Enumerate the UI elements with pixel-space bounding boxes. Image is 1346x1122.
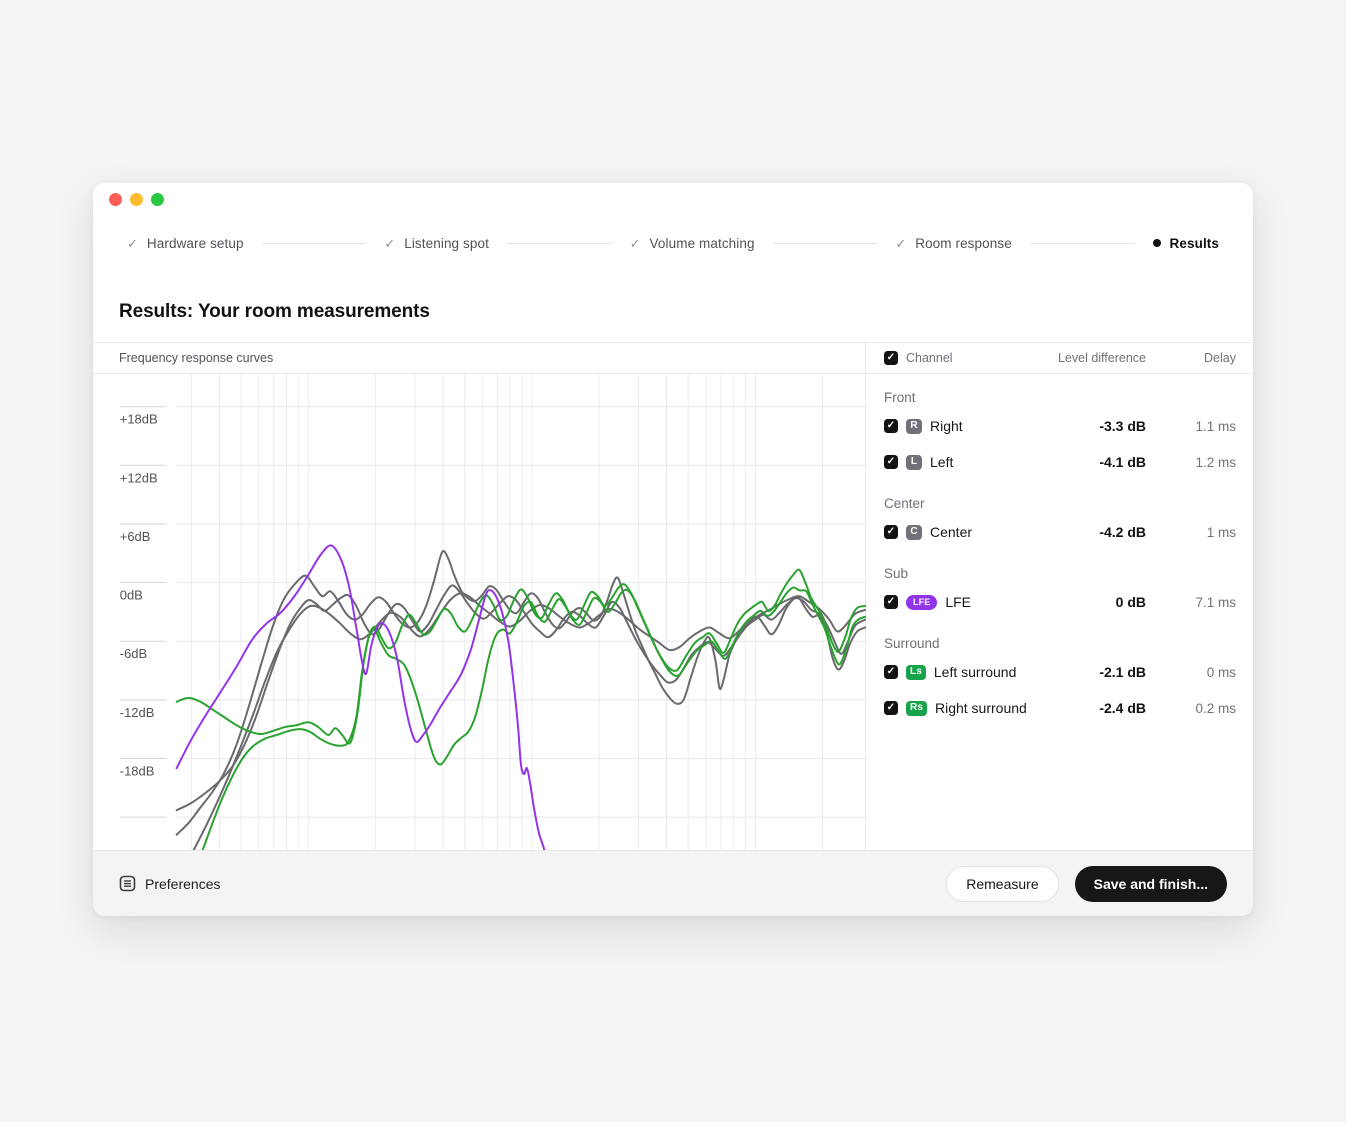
db-axis-label: 0dB xyxy=(120,588,143,603)
channel-checkbox[interactable]: ✓ xyxy=(884,419,898,433)
select-all-checkbox[interactable]: ✓ xyxy=(884,351,898,365)
channel-level-difference: -2.1 dB xyxy=(1046,664,1146,680)
channel-name: Left xyxy=(930,454,1038,470)
db-axis-label: +6dB xyxy=(120,529,151,544)
channel-level-difference: 0 dB xyxy=(1046,594,1146,610)
channel-row-right-surround: ✓ Rs Right surround -2.4 dB 0.2 ms xyxy=(884,690,1236,726)
close-window-button[interactable] xyxy=(109,193,122,206)
traffic-lights xyxy=(109,193,164,206)
channel-group-label: Center xyxy=(884,496,1236,514)
channel-delay: 1.2 ms xyxy=(1154,455,1236,470)
chart-panel-header: Frequency response curves xyxy=(93,343,865,374)
channel-name: Right xyxy=(930,418,1038,434)
wizard-stepper: ✓ Hardware setup ✓ Listening spot ✓ Volume ma… xyxy=(93,234,1253,252)
chart-panel-title: Frequency response curves xyxy=(119,351,273,365)
preferences-button[interactable]: Preferences xyxy=(119,875,220,892)
channel-row-left-surround: ✓ Ls Left surround -2.1 dB 0 ms xyxy=(884,654,1236,690)
channel-group-label: Sub xyxy=(884,566,1236,584)
channel-row-left: ✓ L Left -4.1 dB 1.2 ms xyxy=(884,444,1236,480)
channel-checkbox[interactable]: ✓ xyxy=(884,701,898,715)
current-step-dot-icon xyxy=(1153,239,1161,247)
curve-left-surround xyxy=(177,570,866,744)
channel-row-lfe: ✓ LFE LFE 0 dB 7.1 ms xyxy=(884,584,1236,620)
channel-delay: 1 ms xyxy=(1154,525,1236,540)
curve-left xyxy=(194,593,866,850)
stepper-item-room-response[interactable]: ✓ Room response xyxy=(895,236,1012,251)
zoom-window-button[interactable] xyxy=(151,193,164,206)
channel-badge-l: L xyxy=(906,455,922,470)
preferences-label: Preferences xyxy=(145,876,220,892)
stepper-connector xyxy=(507,243,612,244)
curve-right xyxy=(177,551,866,835)
channel-delay: 7.1 ms xyxy=(1154,595,1236,610)
stepper-item-results[interactable]: Results xyxy=(1153,236,1219,251)
check-icon: ✓ xyxy=(127,237,138,250)
db-axis-label: +18dB xyxy=(120,412,158,427)
channel-badge-rs: Rs xyxy=(906,701,927,716)
channel-table-panel: ✓ Channel Level difference Delay Front ✓… xyxy=(866,343,1253,850)
channel-table-header: ✓ Channel Level difference Delay xyxy=(866,343,1253,374)
channel-level-difference: -3.3 dB xyxy=(1046,418,1146,434)
check-icon: ✓ xyxy=(384,237,395,250)
channel-checkbox[interactable]: ✓ xyxy=(884,665,898,679)
app-window: ✓ Hardware setup ✓ Listening spot ✓ Volume ma… xyxy=(93,183,1253,916)
window-titlebar xyxy=(93,183,1253,217)
channel-checkbox[interactable]: ✓ xyxy=(884,595,898,609)
channel-delay: 0 ms xyxy=(1154,665,1236,680)
db-axis-label: -18dB xyxy=(120,763,155,778)
channel-badge-lfe: LFE xyxy=(906,595,937,610)
db-axis-label: +12dB xyxy=(120,470,158,485)
frequency-response-panel: Frequency response curves +18dB +12dB +6dB… xyxy=(93,343,866,850)
stepper-item-label: Volume matching xyxy=(650,236,755,251)
channel-group-label: Front xyxy=(884,390,1236,408)
channel-group-label: Surround xyxy=(884,636,1236,654)
stepper-item-label: Results xyxy=(1170,236,1219,251)
channel-name: Left surround xyxy=(934,664,1038,680)
channel-level-difference: -4.2 dB xyxy=(1046,524,1146,540)
stepper-connector xyxy=(773,243,878,244)
channel-row-right: ✓ R Right -3.3 dB 1.1 ms xyxy=(884,408,1236,444)
column-header-level-difference: Level difference xyxy=(1046,351,1146,365)
channel-row-center: ✓ C Center -4.2 dB 1 ms xyxy=(884,514,1236,550)
stepper-item-label: Hardware setup xyxy=(147,236,244,251)
stepper-connector xyxy=(262,243,367,244)
db-axis-label: -6dB xyxy=(120,646,147,661)
chart-body: +18dB +12dB +6dB 0dB -6dB -12dB -18dB xyxy=(93,374,866,850)
main-content: Frequency response curves +18dB +12dB +6dB… xyxy=(93,342,1253,850)
remeasure-button[interactable]: Remeasure xyxy=(946,866,1058,902)
preferences-list-icon xyxy=(119,875,136,892)
channel-checkbox[interactable]: ✓ xyxy=(884,455,898,469)
channel-name: Right surround xyxy=(935,700,1038,716)
channel-delay: 1.1 ms xyxy=(1154,419,1236,434)
save-and-finish-button[interactable]: Save and finish... xyxy=(1075,866,1227,902)
stepper-item-label: Room response xyxy=(915,236,1012,251)
footer-bar: Preferences Remeasure Save and finish... xyxy=(93,850,1253,916)
stepper-item-listening-spot[interactable]: ✓ Listening spot xyxy=(384,236,489,251)
channel-checkbox[interactable]: ✓ xyxy=(884,525,898,539)
stepper-item-hardware-setup[interactable]: ✓ Hardware setup xyxy=(127,236,244,251)
channel-level-difference: -2.4 dB xyxy=(1046,700,1146,716)
page-title: Results: Your room measurements xyxy=(119,301,1253,323)
channel-badge-c: C xyxy=(906,525,922,540)
stepper-item-volume-matching[interactable]: ✓ Volume matching xyxy=(630,236,755,251)
channel-delay: 0.2 ms xyxy=(1154,701,1236,716)
minimize-window-button[interactable] xyxy=(130,193,143,206)
column-header-delay: Delay xyxy=(1154,351,1236,365)
channel-name: LFE xyxy=(945,594,1038,610)
check-icon: ✓ xyxy=(630,237,641,250)
column-header-channel: Channel xyxy=(906,351,1038,365)
channel-list: Front ✓ R Right -3.3 dB 1.1 ms ✓ L Left … xyxy=(866,374,1253,726)
db-axis-label: -12dB xyxy=(120,705,155,720)
channel-badge-ls: Ls xyxy=(906,665,926,680)
stepper-item-label: Listening spot xyxy=(404,236,489,251)
check-icon: ✓ xyxy=(895,237,906,250)
channel-badge-r: R xyxy=(906,419,922,434)
stepper-connector xyxy=(1030,243,1135,244)
frequency-response-chart: +18dB +12dB +6dB 0dB -6dB -12dB -18dB xyxy=(93,374,866,850)
curve-lfe xyxy=(177,545,548,850)
channel-level-difference: -4.1 dB xyxy=(1046,454,1146,470)
channel-name: Center xyxy=(930,524,1038,540)
